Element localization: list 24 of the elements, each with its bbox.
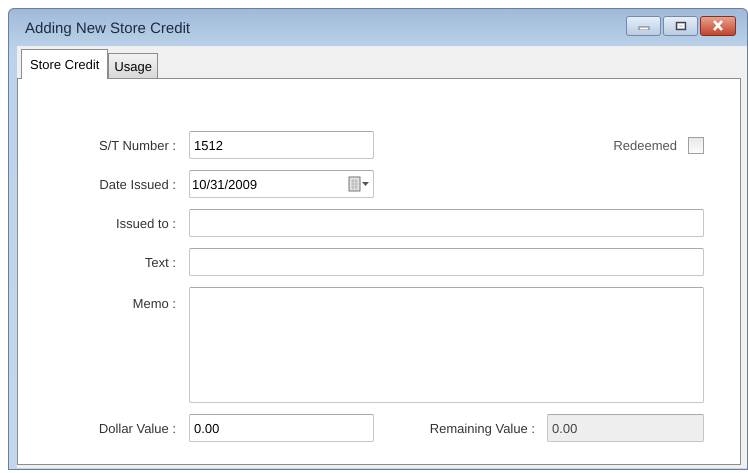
minimize-button[interactable] xyxy=(626,16,661,36)
field-label: Remaining Value : xyxy=(430,420,535,436)
dollar-value-field[interactable]: 0.00 xyxy=(189,414,374,442)
field-label: Date Issued : xyxy=(98,176,176,192)
close-icon xyxy=(711,20,725,31)
field-label: Memo : xyxy=(132,295,176,311)
field-label: Text : xyxy=(144,254,176,270)
date-picker[interactable]: 10/31/2009 xyxy=(189,170,374,198)
field-label: Issued to : xyxy=(115,216,176,230)
memo-field[interactable] xyxy=(189,287,704,403)
number-field[interactable]: 1512 xyxy=(189,131,374,159)
text-field[interactable] xyxy=(189,248,704,276)
field-label: Dollar Value : xyxy=(98,420,176,436)
maximize-icon xyxy=(674,20,686,30)
redeemed-checkbox[interactable] xyxy=(688,136,704,154)
window-title: Adding New Store Credit xyxy=(24,19,190,37)
tab[interactable]: Usage xyxy=(108,53,158,78)
issued-to-field[interactable] xyxy=(189,209,704,237)
calendar-dropdown-icon[interactable] xyxy=(348,176,370,192)
checkbox-label: Redeemed xyxy=(613,138,677,152)
tab[interactable]: Store Credit xyxy=(21,49,108,79)
close-button[interactable] xyxy=(700,16,736,36)
field-label: S/T Number : xyxy=(98,138,176,152)
maximize-button[interactable] xyxy=(663,16,698,36)
